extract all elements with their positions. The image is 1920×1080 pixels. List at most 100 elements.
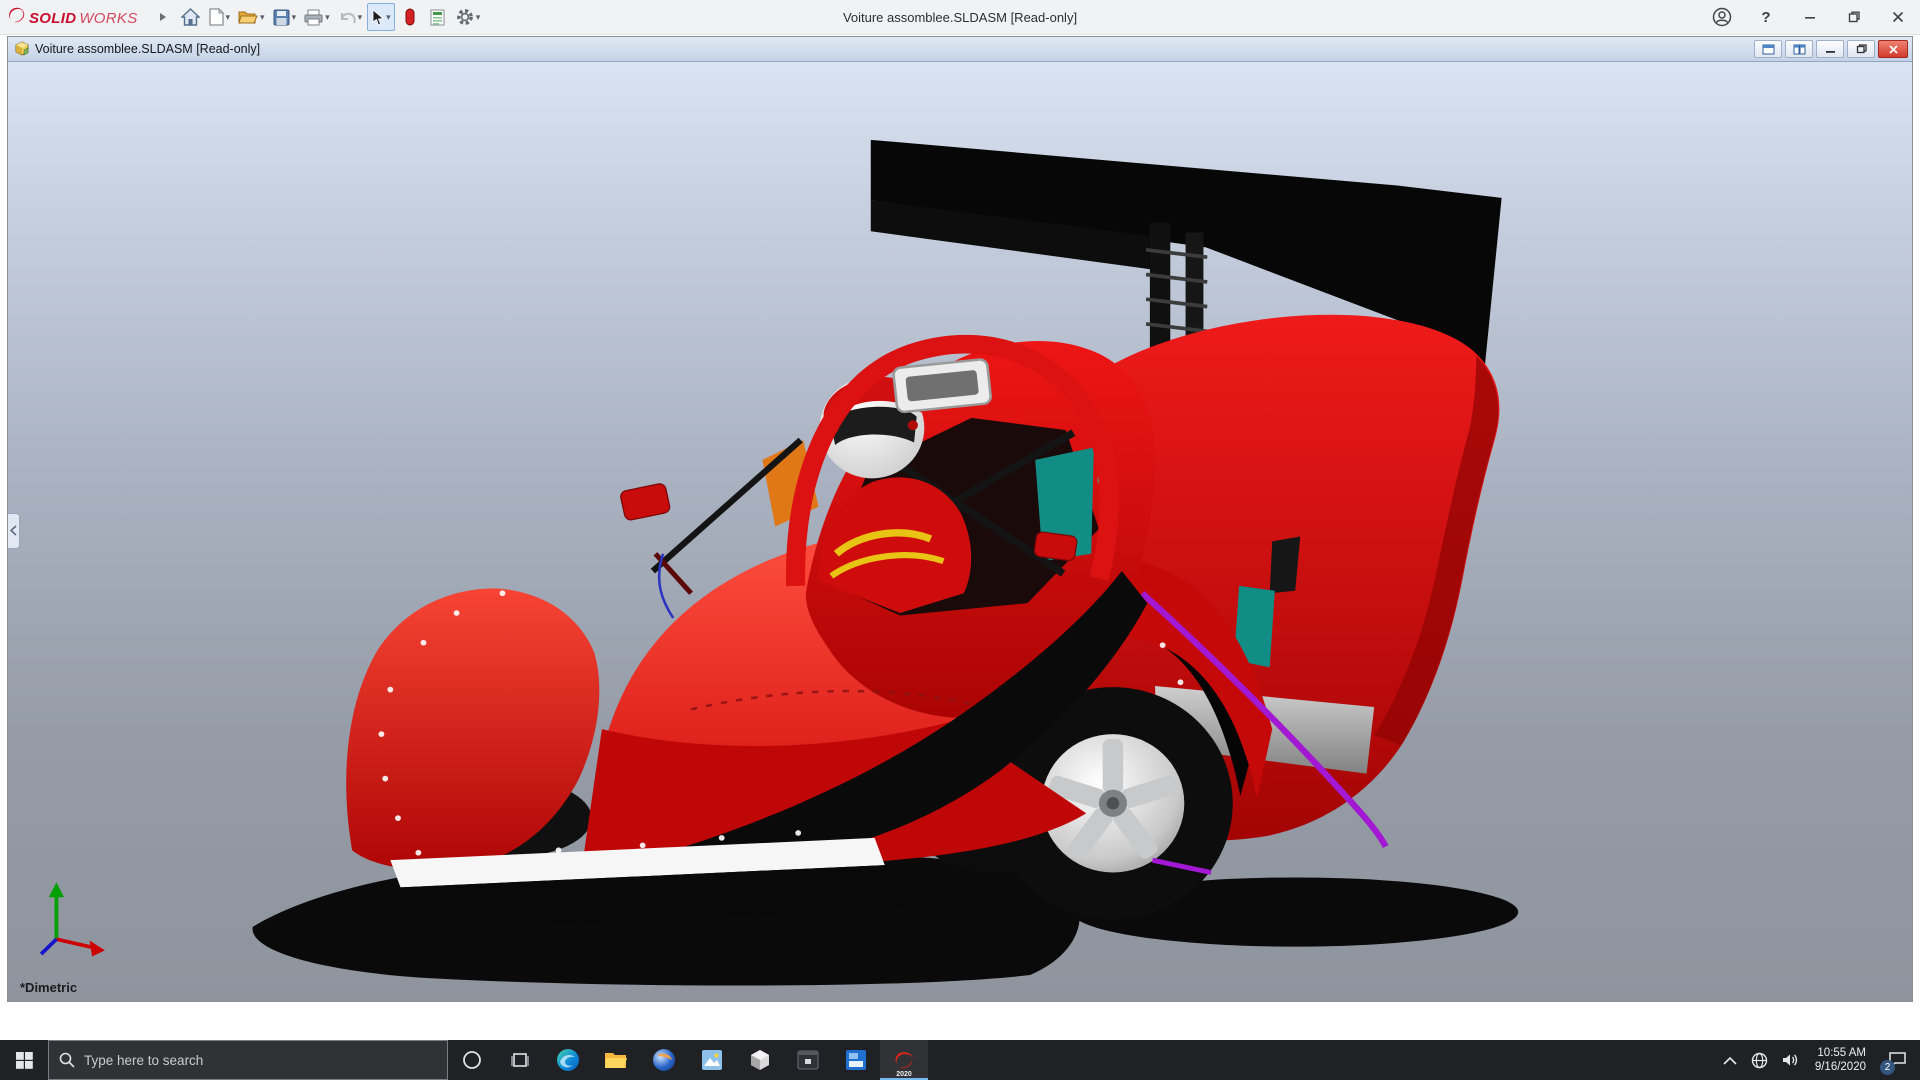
clock-time: 10:55 AM (1817, 1047, 1866, 1059)
logo-text-solid: SOLID (29, 10, 77, 27)
home-icon (181, 8, 201, 26)
solidworks-app-icon (895, 1052, 913, 1069)
browser-button[interactable] (640, 1040, 688, 1080)
app-titlebar: Voiture assomblee.SLDASM [Read-only] SOL… (0, 0, 1920, 35)
save-button[interactable]: ▾ (270, 3, 300, 31)
report-icon (430, 9, 445, 25)
toolbar-expand-arrow[interactable] (150, 3, 176, 31)
blue-app-icon (846, 1050, 866, 1070)
chevron-up-icon (1723, 1056, 1737, 1065)
solidworks-year-label: 2020 (896, 1071, 912, 1078)
search-icon (59, 1052, 75, 1068)
caret-down-icon[interactable]: ▾ (358, 12, 363, 22)
doc-close-icon (1888, 44, 1898, 54)
edge-icon (557, 1049, 579, 1071)
gear-icon (456, 9, 473, 25)
edge-button[interactable] (544, 1040, 592, 1080)
view-orientation-label: *Dimetric (20, 980, 78, 995)
home-button[interactable] (178, 3, 204, 31)
photos-icon (702, 1050, 722, 1070)
taskbar: 2020 10:55 AM 9/16/2020 2 (0, 1040, 1920, 1080)
maximize-button[interactable] (1832, 0, 1876, 35)
help-icon: ? (1761, 8, 1771, 26)
recorder-app-icon (797, 1050, 819, 1070)
select-tool-button[interactable]: ▾ (367, 3, 395, 31)
snapshot-button[interactable] (397, 3, 423, 31)
select-cursor-icon (372, 8, 385, 26)
task-view-button[interactable] (496, 1040, 544, 1080)
chevron-left-icon (10, 525, 17, 536)
cube-app-icon (751, 1050, 769, 1070)
orientation-triad (39, 882, 105, 957)
document-window: Voiture assomblee.SLDASM [Read-only] *Di… (7, 36, 1913, 1002)
caret-down-icon[interactable]: ▾ (476, 12, 481, 22)
document-titlebar[interactable]: Voiture assomblee.SLDASM [Read-only] (8, 37, 1912, 62)
taskbar-search[interactable] (48, 1040, 448, 1080)
caret-down-icon[interactable]: ▾ (386, 12, 391, 22)
cortana-icon (463, 1051, 481, 1069)
new-document-icon (208, 8, 224, 26)
options-button[interactable]: ▾ (453, 3, 484, 31)
photos-button[interactable] (688, 1040, 736, 1080)
ds-logo-mark (9, 7, 25, 23)
new-document-button[interactable]: ▾ (206, 3, 234, 31)
solidworks-taskbar-button[interactable]: 2020 (880, 1040, 928, 1080)
save-icon (273, 9, 290, 25)
window-tile-icon (1793, 44, 1805, 54)
red-capsule-icon (405, 8, 415, 26)
document-window-controls (1754, 40, 1908, 58)
logo-text-works: WORKS (79, 10, 138, 27)
file-explorer-button[interactable] (592, 1040, 640, 1080)
windows-logo-icon (15, 1051, 33, 1069)
network-button[interactable] (1744, 1040, 1775, 1080)
caret-down-icon[interactable]: ▾ (260, 12, 265, 22)
3d-viewport[interactable]: *Dimetric (8, 62, 1912, 1001)
print-button[interactable]: ▾ (301, 3, 333, 31)
action-center-button[interactable]: 2 (1874, 1040, 1920, 1080)
caret-down-icon[interactable]: ▾ (226, 12, 231, 22)
open-button[interactable]: ▾ (235, 3, 268, 31)
tray-expand-button[interactable] (1716, 1040, 1744, 1080)
speaker-icon (1782, 1054, 1797, 1066)
flyout-right-icon (159, 13, 166, 21)
doc-layout-button-1[interactable] (1754, 40, 1782, 58)
start-button[interactable] (0, 1040, 48, 1080)
solidworks-logo: SOLID WORKS (8, 7, 138, 27)
search-input[interactable] (84, 1052, 437, 1068)
clock-date: 9/16/2020 (1814, 1061, 1866, 1073)
cortana-button[interactable] (448, 1040, 496, 1080)
undo-button[interactable]: ▾ (335, 3, 366, 31)
document-title: Voiture assomblee.SLDASM [Read-only] (35, 42, 261, 56)
windscreen-frame (892, 358, 992, 414)
doc-restore-icon (1856, 44, 1867, 54)
doc-restore-button[interactable] (1847, 40, 1875, 58)
doc-minimize-button[interactable] (1816, 40, 1844, 58)
account-button[interactable] (1700, 0, 1744, 35)
minimize-icon (1805, 17, 1815, 19)
window-layout-icon (1762, 44, 1774, 54)
doc-layout-button-2[interactable] (1785, 40, 1813, 58)
minimize-button[interactable] (1788, 0, 1832, 35)
assembly-document-icon (15, 41, 29, 56)
model-canvas[interactable] (8, 62, 1912, 1001)
design-report-button[interactable] (425, 3, 451, 31)
close-button[interactable] (1876, 0, 1920, 35)
caret-down-icon[interactable]: ▾ (292, 12, 297, 22)
system-tray: 10:55 AM 9/16/2020 2 (1716, 1040, 1920, 1080)
restore-icon (1848, 11, 1860, 23)
cad-viewer-button[interactable] (736, 1040, 784, 1080)
open-folder-icon (238, 11, 258, 24)
undo-icon (340, 12, 356, 24)
feature-panel-expander[interactable] (8, 512, 20, 549)
front-bodywork (346, 340, 1156, 871)
close-icon (1892, 11, 1904, 23)
recorder-app-button[interactable] (784, 1040, 832, 1080)
globe-icon (1751, 1052, 1768, 1068)
doc-minimize-icon (1825, 50, 1835, 53)
volume-button[interactable] (1775, 1040, 1807, 1080)
doc-close-button[interactable] (1878, 40, 1908, 58)
help-button[interactable]: ? (1744, 0, 1788, 35)
blue-app-button[interactable] (832, 1040, 880, 1080)
caret-down-icon[interactable]: ▾ (325, 12, 330, 22)
taskbar-clock[interactable]: 10:55 AM 9/16/2020 (1807, 1040, 1874, 1080)
